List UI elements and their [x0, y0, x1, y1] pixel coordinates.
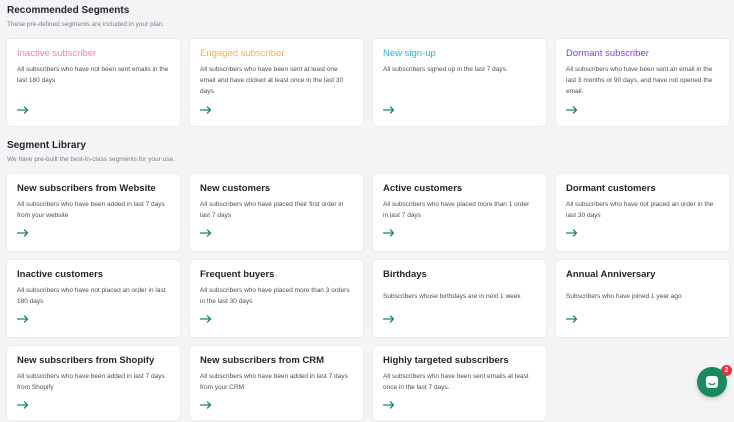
segment-description: All subscribers who have been added in l…	[200, 373, 348, 391]
segment-card-new-subscribers-crm[interactable]: New subscribers from CRM All subscribers…	[190, 346, 363, 420]
arrow-right-icon[interactable]	[383, 229, 395, 237]
segment-card-new-subscribers-website[interactable]: New subscribers from Website All subscri…	[7, 174, 180, 251]
segment-title: Inactive subscriber	[17, 48, 97, 59]
segment-title: New sign-up	[383, 48, 436, 59]
chat-icon	[706, 376, 718, 388]
segment-title: Dormant customers	[566, 183, 656, 194]
arrow-right-icon[interactable]	[17, 229, 29, 237]
segment-description: All subscribers who have been added in l…	[17, 373, 165, 391]
arrow-right-icon[interactable]	[383, 401, 395, 409]
arrow-right-icon[interactable]	[200, 401, 212, 409]
segment-title: New customers	[200, 183, 271, 194]
segment-description: All subscribers who have not placed an o…	[17, 287, 166, 305]
arrow-right-icon[interactable]	[17, 401, 29, 409]
segment-card-highly-targeted-subscribers[interactable]: Highly targeted subscribers All subscrib…	[373, 346, 546, 420]
recommended-segments-subtitle: These pre-defined segments are included …	[7, 21, 165, 28]
arrow-right-icon[interactable]	[200, 315, 212, 323]
arrow-right-icon[interactable]	[566, 106, 578, 114]
segment-description: All subscribers signed up in the last 7 …	[383, 66, 508, 73]
segment-card-new-subscribers-shopify[interactable]: New subscribers from Shopify All subscri…	[7, 346, 180, 420]
segment-title: Birthdays	[383, 269, 427, 280]
segment-description: All subscribers who have placed their fi…	[200, 201, 344, 219]
segment-description: All subscribers who have not been sent e…	[17, 66, 169, 84]
segment-title: Dormant subscriber	[566, 48, 649, 59]
segment-card-dormant-customers[interactable]: Dormant customers All subscribers who ha…	[556, 174, 729, 251]
segment-title: Inactive customers	[17, 269, 104, 280]
segment-library-title: Segment Library	[7, 140, 86, 151]
segment-card-birthdays[interactable]: Birthdays Subscribers whose birthdays ar…	[373, 260, 546, 337]
segment-description: All subscribers who have not placed an o…	[566, 201, 714, 219]
recommended-segments-title: Recommended Segments	[7, 5, 130, 16]
arrow-right-icon[interactable]	[566, 229, 578, 237]
segment-description: All subscribers who have placed more tha…	[200, 287, 350, 305]
segment-title: New subscribers from Shopify	[17, 355, 155, 366]
segment-library-subtitle: We have pre-built the best-in-class segm…	[7, 156, 175, 163]
arrow-right-icon[interactable]	[566, 315, 578, 323]
segment-title: New subscribers from Website	[17, 183, 156, 194]
segment-title: Frequent buyers	[200, 269, 275, 280]
segment-description: All subscribers who have been sent an em…	[566, 66, 713, 95]
segment-title: Active customers	[383, 183, 463, 194]
arrow-right-icon[interactable]	[17, 106, 29, 114]
segment-card-dormant-subscriber[interactable]: Dormant subscriber All subscribers who h…	[556, 39, 729, 126]
segment-description: Subscribers who have joined 1 year ago	[566, 293, 682, 300]
segment-description: All subscribers who have been sent at le…	[200, 66, 344, 95]
arrow-right-icon[interactable]	[200, 106, 212, 114]
segment-title: Engaged subscriber	[200, 48, 285, 59]
segment-description: All subscribers who have been added in l…	[17, 201, 165, 219]
segment-card-annual-anniversary[interactable]: Annual Anniversary Subscribers who have …	[556, 260, 729, 337]
segment-card-inactive-subscriber[interactable]: Inactive subscriber All subscribers who …	[7, 39, 180, 126]
arrow-right-icon[interactable]	[383, 315, 395, 323]
segment-card-new-customers[interactable]: New customers All subscribers who have p…	[190, 174, 363, 251]
segment-card-frequent-buyers[interactable]: Frequent buyers All subscribers who have…	[190, 260, 363, 337]
segment-card-active-customers[interactable]: Active customers All subscribers who hav…	[373, 174, 546, 251]
segment-card-engaged-subscriber[interactable]: Engaged subscriber All subscribers who h…	[190, 39, 363, 126]
segment-title: New subscribers from CRM	[200, 355, 325, 366]
chat-notification-badge: 2	[721, 365, 732, 376]
segment-card-inactive-customers[interactable]: Inactive customers All subscribers who h…	[7, 260, 180, 337]
segment-title: Annual Anniversary	[566, 269, 656, 280]
segment-title: Highly targeted subscribers	[383, 355, 509, 366]
segment-card-new-sign-up[interactable]: New sign-up All subscribers signed up in…	[373, 39, 546, 126]
arrow-right-icon[interactable]	[383, 106, 395, 114]
segment-description: All subscribers who have placed more tha…	[383, 201, 530, 219]
arrow-right-icon[interactable]	[200, 229, 212, 237]
arrow-right-icon[interactable]	[17, 315, 29, 323]
segment-description: Subscribers whose birthdays are in next …	[383, 293, 521, 300]
segment-description: All subscribers who have been sent email…	[383, 373, 529, 391]
